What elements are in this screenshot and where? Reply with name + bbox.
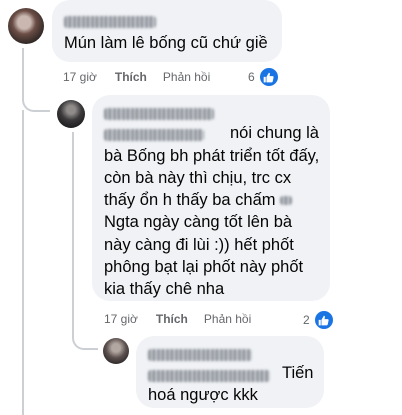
comment-bubble: Tiến hoá ngược kkk	[136, 336, 324, 408]
comment-text-line: bà Bống bh phát triển tốt đấy,	[104, 147, 320, 165]
comment-time[interactable]: 17 giờ	[63, 70, 97, 84]
comment-actions: 17 giờ Thích Phản hồi	[63, 70, 210, 84]
comment-text: Mún làm lê bống cũ chứ giề	[64, 34, 268, 52]
like-button[interactable]: Thích	[115, 70, 147, 84]
commenter-name-redacted[interactable]	[104, 105, 214, 123]
comment-text-line: Ngta ngày càng tốt lên bà	[104, 213, 293, 231]
comment-text-line: nói chung là	[230, 124, 319, 142]
comment-text-line: còn bà này thì chịu, trc cx	[104, 169, 292, 187]
comment-bubble: Mún làm lê bống cũ chứ giề	[52, 0, 282, 62]
comment-text-line: Tiến	[282, 364, 314, 382]
thread-line	[22, 48, 50, 112]
comment-bubble: nói chung là bà Bống bh phát triển tốt đ…	[92, 95, 330, 301]
reply-button[interactable]: Phản hồi	[204, 312, 251, 326]
thumbs-up-icon	[257, 66, 280, 88]
avatar[interactable]	[103, 338, 129, 364]
commenter-name-redacted	[148, 367, 270, 385]
comment-actions: 17 giờ Thích Phản hồi	[104, 312, 251, 326]
commenter-name-redacted[interactable]	[148, 346, 252, 364]
comment-text-line: này càng đi lùi :)) hết phốt	[104, 236, 294, 254]
commenter-name-redacted[interactable]	[64, 13, 156, 31]
comment-text-line: thấy ổn h thấy ba chấm	[104, 189, 292, 212]
thread-line	[22, 110, 24, 415]
reaction-count: 6	[248, 70, 255, 84]
like-button[interactable]: Thích	[156, 312, 188, 326]
reaction-summary[interactable]: 6	[248, 66, 280, 88]
comment-text-fragment: thấy ổn h thấy ba chấm	[104, 191, 276, 209]
comment-text-line: phông bạt lại phốt này phốt	[104, 258, 304, 276]
reaction-summary[interactable]: 2	[303, 309, 335, 331]
comment-time[interactable]: 17 giờ	[104, 312, 138, 326]
comment-text-line: hoá ngược kkk	[148, 386, 258, 404]
reaction-count: 2	[303, 313, 310, 327]
redacted-emoji	[279, 196, 292, 206]
avatar[interactable]	[8, 8, 44, 44]
thumbs-up-icon	[312, 309, 335, 331]
commenter-name-redacted	[104, 126, 204, 144]
comment-text-line: kia thấy chê nha	[104, 280, 225, 298]
reply-button[interactable]: Phản hồi	[163, 70, 210, 84]
avatar[interactable]	[57, 100, 85, 128]
